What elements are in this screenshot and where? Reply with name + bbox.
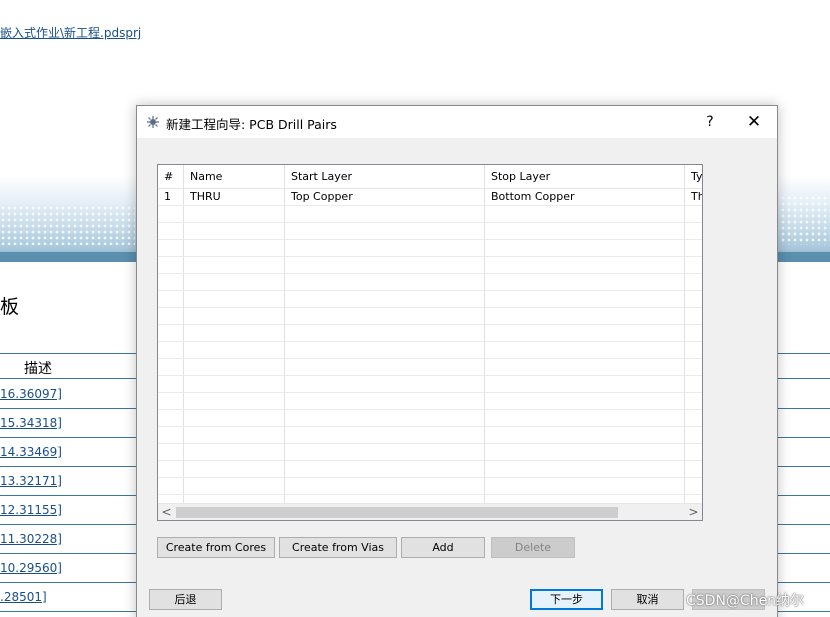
- empty-grid-row: [158, 427, 702, 444]
- empty-grid-row: [158, 308, 702, 325]
- description-header-label: 描述: [24, 361, 52, 377]
- cell-name[interactable]: THRU: [184, 189, 285, 205]
- empty-grid-row: [158, 240, 702, 257]
- delete-button: Delete: [491, 537, 575, 558]
- cell-type[interactable]: Th: [685, 189, 702, 205]
- column-header-stop-layer[interactable]: Stop Layer: [485, 165, 685, 188]
- help-button[interactable]: ?: [697, 112, 723, 132]
- scroll-right-icon[interactable]: >: [685, 504, 702, 520]
- close-button[interactable]: ✕: [737, 111, 771, 133]
- empty-grid-row: [158, 206, 702, 223]
- empty-grid-row: [158, 393, 702, 410]
- dialog-titlebar[interactable]: 新建工程向导: PCB Drill Pairs ? ✕: [137, 106, 777, 138]
- empty-grid-row: [158, 461, 702, 478]
- project-path-link[interactable]: 嵌入式作业\新工程.pdsprj: [0, 24, 141, 41]
- empty-grid-row: [158, 359, 702, 376]
- banner-pattern-left: [0, 205, 135, 245]
- cell-stop-layer[interactable]: Bottom Copper: [485, 189, 685, 205]
- wizard-app-icon: [147, 116, 159, 128]
- next-button[interactable]: 下一步: [530, 589, 603, 610]
- create-from-cores-button[interactable]: Create from Cores: [157, 537, 275, 558]
- empty-grid-row: [158, 444, 702, 461]
- dialog-title: 新建工程向导: PCB Drill Pairs: [166, 117, 337, 132]
- row-link[interactable]: .28501]: [0, 590, 47, 604]
- create-from-vias-button[interactable]: Create from Vias: [279, 537, 397, 558]
- empty-grid-row: [158, 257, 702, 274]
- empty-grid-row: [158, 342, 702, 359]
- column-header-number[interactable]: #: [158, 165, 184, 188]
- drill-pairs-grid[interactable]: # Name Start Layer Stop Layer Ty 1 THRU …: [157, 164, 703, 521]
- watermark-text: CSDN@Chen纳尔: [686, 593, 805, 609]
- banner-pattern-right: [780, 195, 830, 245]
- add-button[interactable]: Add: [401, 537, 485, 558]
- empty-grid-row: [158, 325, 702, 342]
- column-header-start-layer[interactable]: Start Layer: [285, 165, 485, 188]
- row-link[interactable]: 14.33469]: [0, 445, 62, 459]
- empty-grid-row: [158, 410, 702, 427]
- row-link[interactable]: 13.32171]: [0, 474, 62, 488]
- page-heading: 板: [0, 296, 20, 318]
- back-button[interactable]: 后退: [149, 589, 222, 610]
- grid-header: # Name Start Layer Stop Layer Ty: [158, 165, 702, 189]
- cell-start-layer[interactable]: Top Copper: [285, 189, 485, 205]
- empty-grid-row: [158, 223, 702, 240]
- horizontal-scrollbar[interactable]: < >: [158, 503, 702, 520]
- row-link[interactable]: 12.31155]: [0, 503, 62, 517]
- new-project-wizard-dialog: 新建工程向导: PCB Drill Pairs ? ✕ # Name Start…: [136, 105, 778, 617]
- empty-grid-row: [158, 291, 702, 308]
- row-link[interactable]: 15.34318]: [0, 416, 62, 430]
- scrollbar-thumb[interactable]: [176, 507, 618, 518]
- cell-number: 1: [158, 189, 184, 205]
- empty-grid-row: [158, 376, 702, 393]
- row-link[interactable]: 11.30228]: [0, 532, 62, 546]
- empty-grid-row: [158, 478, 702, 495]
- empty-grid-row: [158, 274, 702, 291]
- scroll-left-icon[interactable]: <: [158, 504, 175, 520]
- column-header-name[interactable]: Name: [184, 165, 285, 188]
- column-header-type[interactable]: Ty: [685, 165, 702, 188]
- table-row[interactable]: 1 THRU Top Copper Bottom Copper Th: [158, 189, 702, 206]
- row-link[interactable]: 16.36097]: [0, 387, 62, 401]
- cancel-button[interactable]: 取消: [611, 589, 684, 610]
- row-link[interactable]: 10.29560]: [0, 561, 62, 575]
